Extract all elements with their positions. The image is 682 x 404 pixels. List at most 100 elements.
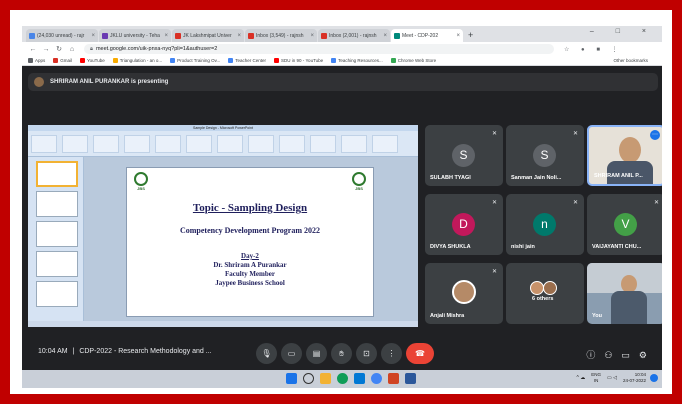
presenting-banner: SHRIRAM ANIL PURANKAR is presenting [28,73,658,91]
language-indicator[interactable]: ENG IN [591,372,601,384]
chrome-icon[interactable] [371,373,382,384]
bookmark-item[interactable]: Product Training Ov... [170,58,220,64]
present-icon[interactable]: ⊡ [356,343,377,364]
mic-icon[interactable]: 🎙︎ [256,343,277,364]
ribbon-group [186,135,212,153]
meeting-title: CDP-2022 - Research Methodology and ... [79,348,212,355]
tray-icons[interactable]: ^ ☁︎ [576,375,585,381]
bookmark-item[interactable]: Chrome Web Store [390,57,437,64]
close-icon[interactable]: × [456,33,460,39]
participant-tile[interactable]: ✕ S SULABH TYAGI [425,125,503,186]
bookmark-item[interactable]: Teaching Resources... [331,58,383,64]
bookmark-label: Teacher Center [235,57,267,63]
participant-name: SULABH TYAGI [430,175,471,181]
logo-text: JBS [137,186,145,191]
new-tab-button[interactable]: + [468,29,473,42]
raise-hand-icon[interactable]: ✋︎ [331,343,352,364]
bookmark-label: SDU in 90 - YouTube [281,57,324,63]
chrome-store-icon [390,58,396,64]
other-bookmarks[interactable]: Other bookmarks [613,58,648,63]
back-icon[interactable]: ← [28,46,38,53]
participant-tile[interactable]: ✕ Anjali Mishra [425,263,503,324]
lock-icon: 🔒︎ [90,45,93,52]
participant-tile[interactable]: ✕ S Sanman Jain Noli... [506,125,584,186]
close-icon[interactable]: × [164,33,168,39]
tab-label: Inbox (3,549) - rajnsh [256,32,304,39]
bookmark-label: Chrome Web Store [397,57,437,63]
others-count: 6 others [532,296,554,302]
chat-icon[interactable]: ▭ [621,350,639,360]
mic-off-icon: ✕ [491,269,497,275]
participant-name: Anjali Mishra [430,313,465,319]
avatar [452,280,476,304]
browser-tab[interactable]: (24,030 unread) - rajr × [26,29,98,42]
meeting-time: 10:04 AM [38,348,68,355]
browser-tab[interactable]: Inbox (2,001) - rajnsh × [318,29,390,42]
slide-school: Jaypee Business School [215,279,285,287]
window-controls[interactable]: – □ × [590,28,656,35]
ribbon-group [310,135,336,153]
address-bar[interactable]: 🔒︎ meet.google.com/uik-pnxa-nyq?pli=1&au… [84,44,554,54]
google-icon [331,58,337,64]
browser-tab[interactable]: JK Lakshmipat Univer × [172,29,244,42]
bookmark-item[interactable]: Gmail [53,58,72,64]
windows-taskbar: ^ ☁︎ ENG IN ▭ ◁ 10:04 24-07-2022 [22,370,662,388]
tab-label: Inbox (2,001) - rajnsh [329,32,377,39]
jbs-logo: JBS [351,172,367,194]
extension-icons[interactable]: ☆ ● ■ ⋮ [564,46,623,53]
avatar: D [452,213,475,236]
browser-tab[interactable]: Inbox (3,549) - rajnsh × [245,29,317,42]
participant-tile-speaking[interactable]: ⋯ SHRIRAM ANIL P... [587,125,662,186]
ribbon-group [155,135,181,153]
participant-tile[interactable]: ✕ V VAIJAYANTI CHU... [587,194,662,255]
notification-icon[interactable] [650,374,658,382]
participant-tile[interactable]: ✕ D DIVYA SHUKLA [425,194,503,255]
participant-tile[interactable]: ✕ n nishi jain [506,194,584,255]
browser-tab[interactable]: JKLU university - Teha × [99,29,171,42]
bookmark-item[interactable]: Apps [28,58,45,64]
presenting-text: SHRIRAM ANIL PURANKAR is presenting [50,79,169,85]
home-icon[interactable]: ⌂ [67,46,77,53]
browser-window: (24,030 unread) - rajr × JKLU university … [22,26,662,388]
file-explorer-icon[interactable] [320,373,331,384]
browser-tab-active[interactable]: Meet - CDP-202 × [391,29,463,42]
slide: JBS JBS Topic - Sampling Design Competen… [126,167,374,317]
url-text[interactable]: meet.google.com/uik-pnxa-nyq?pli=1&authu… [96,46,217,52]
slide-canvas: JBS JBS Topic - Sampling Design Competen… [84,157,418,321]
close-icon[interactable]: × [383,33,387,39]
participant-tile-others[interactable]: 6 others [506,263,584,324]
ribbon-group [93,135,119,153]
site-icon [102,32,108,39]
close-icon[interactable]: × [310,33,314,39]
edge-icon[interactable] [337,373,348,384]
people-icon[interactable]: ⚇ [604,350,621,360]
info-icon[interactable]: ⓘ [586,350,604,360]
bookmark-label: Triangulation - an o... [119,57,163,63]
self-tile[interactable]: You [587,263,662,324]
network-icon[interactable]: ▭ ◁ [607,375,617,381]
close-icon[interactable]: × [237,33,241,39]
mail-icon[interactable] [354,373,365,384]
powerpoint-icon[interactable] [388,373,399,384]
activities-icon[interactable]: ⚙︎ [639,350,656,360]
ribbon-group [279,135,305,153]
bookmark-item[interactable]: Teacher Center [228,57,267,64]
captions-icon[interactable]: ▤ [306,343,327,364]
slide-thumbnail [36,281,78,307]
forward-icon[interactable]: → [41,46,51,53]
camera-icon[interactable]: ▭ [281,343,302,364]
bookmark-item[interactable]: YouTube [80,58,105,64]
word-icon[interactable] [405,373,416,384]
windows-start-icon[interactable] [286,373,297,384]
end-call-icon[interactable]: ☎︎ [406,343,434,364]
system-tray: ^ ☁︎ ENG IN ▭ ◁ 10:04 24-07-2022 [576,372,658,384]
search-icon[interactable] [303,373,314,384]
bookmark-item[interactable]: Triangulation - an o... [112,57,163,64]
slide-presenter: Dr. Shriram A Purankar [213,261,287,269]
more-icon[interactable]: ⋮ [381,343,402,364]
avatar: n [533,213,556,236]
close-icon[interactable]: × [91,33,95,39]
bookmark-item[interactable]: SDU in 90 - YouTube [274,57,324,64]
clock[interactable]: 10:04 24-07-2022 [623,372,646,384]
reload-icon[interactable]: ↻ [54,45,64,53]
